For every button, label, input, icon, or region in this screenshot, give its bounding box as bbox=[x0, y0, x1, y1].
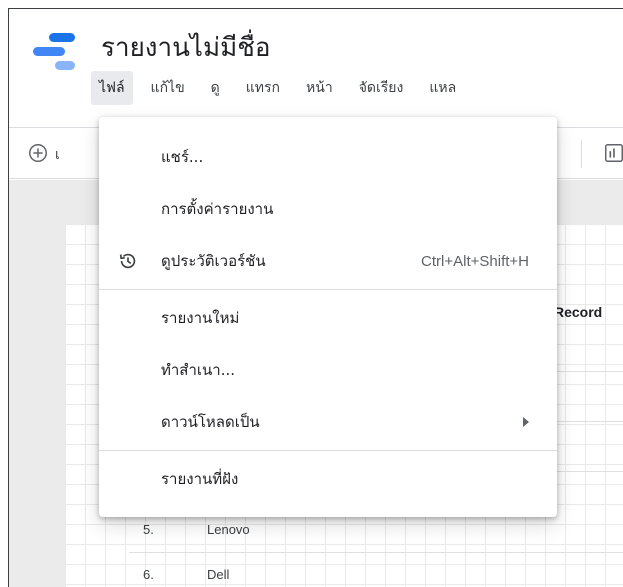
add-circle-icon[interactable] bbox=[27, 142, 49, 164]
menu-divider bbox=[99, 289, 557, 290]
menu-item-new-report[interactable]: รายงานใหม่ bbox=[99, 292, 557, 344]
menu-view[interactable]: ดู bbox=[203, 71, 228, 105]
header: รายงานไม่มีชื่อ ไฟล์ แก้ไข ดู แทรก หน้า … bbox=[9, 9, 623, 115]
menu-item-version-history[interactable]: ดูประวัติเวอร์ชัน Ctrl+Alt+Shift+H bbox=[99, 235, 557, 287]
row-number: 6. bbox=[143, 567, 154, 582]
row-value: Lenovo bbox=[207, 522, 250, 537]
menu-edit[interactable]: แก้ไข bbox=[143, 71, 193, 105]
add-page-button-label[interactable]: เ bbox=[55, 144, 60, 166]
submenu-arrow-icon bbox=[523, 417, 529, 427]
menu-insert[interactable]: แทรก bbox=[238, 71, 288, 105]
menu-arrange[interactable]: จัดเรียง bbox=[351, 71, 412, 105]
report-title[interactable]: รายงานไม่มีชื่อ bbox=[101, 27, 270, 68]
menu-item-label: การตั้งค่ารายงาน bbox=[161, 200, 274, 218]
menu-item-make-copy[interactable]: ทำสำเนา... bbox=[99, 344, 557, 396]
menu-item-label: ดาวน์โหลดเป็น bbox=[161, 413, 260, 431]
menu-item-label: ดูประวัติเวอร์ชัน bbox=[161, 252, 266, 270]
app-window: รายงานไม่มีชื่อ ไฟล์ แก้ไข ดู แทรก หน้า … bbox=[8, 8, 623, 587]
data-studio-logo-icon[interactable] bbox=[31, 31, 77, 77]
menu-file[interactable]: ไฟล์ bbox=[91, 71, 133, 105]
table-row-divider bbox=[129, 552, 623, 553]
chart-icon[interactable] bbox=[603, 142, 623, 164]
menu-item-report-settings[interactable]: การตั้งค่ารายงาน bbox=[99, 183, 557, 235]
history-icon bbox=[119, 253, 136, 269]
menu-item-label: แชร์... bbox=[161, 148, 204, 166]
menu-item-label: รายงานใหม่ bbox=[161, 309, 240, 327]
row-number: 5. bbox=[143, 522, 154, 537]
table-row[interactable]: 5. Lenovo bbox=[143, 522, 250, 537]
table-column-header[interactable]: Record bbox=[554, 304, 602, 320]
table-row[interactable]: 6. Dell bbox=[143, 567, 229, 582]
menu-page[interactable]: หน้า bbox=[298, 71, 341, 105]
keyboard-shortcut: Ctrl+Alt+Shift+H bbox=[421, 252, 529, 270]
row-value: Dell bbox=[207, 567, 230, 582]
menu-resource[interactable]: แหล bbox=[421, 71, 464, 105]
menu-item-label: รายงานที่ฝัง bbox=[161, 470, 239, 488]
menu-item-label: ทำสำเนา... bbox=[161, 361, 235, 379]
menubar: ไฟล์ แก้ไข ดู แทรก หน้า จัดเรียง แหล bbox=[91, 71, 474, 105]
toolbar-divider bbox=[581, 140, 582, 168]
menu-item-share[interactable]: แชร์... bbox=[99, 131, 557, 183]
menu-item-embed-report[interactable]: รายงานที่ฝัง bbox=[99, 453, 557, 505]
menu-item-download-as[interactable]: ดาวน์โหลดเป็น bbox=[99, 396, 557, 448]
file-menu-dropdown: แชร์... การตั้งค่ารายงาน ดูประวัติเวอร์ช… bbox=[99, 117, 557, 517]
menu-divider bbox=[99, 450, 557, 451]
